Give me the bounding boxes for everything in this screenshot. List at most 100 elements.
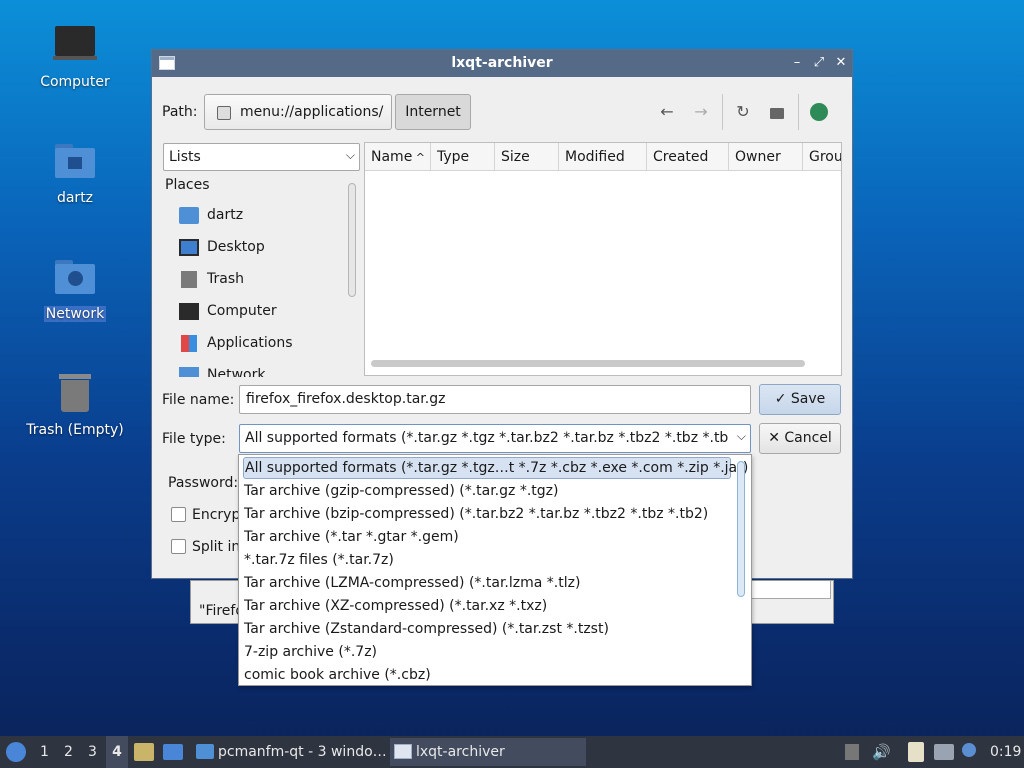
places-item-trash[interactable]: Trash bbox=[163, 263, 359, 295]
network-status-icon[interactable] bbox=[934, 744, 954, 760]
column-header-size[interactable]: Size bbox=[495, 143, 559, 171]
file-type-dropdown[interactable]: All supported formats (*.tar.gz *.tgz…t … bbox=[238, 454, 752, 686]
computer-icon bbox=[179, 303, 199, 320]
minimize-icon[interactable]: – bbox=[788, 54, 806, 72]
file-type-option[interactable]: Tar archive (bzip-compressed) (*.tar.bz2… bbox=[243, 503, 708, 525]
path-label: Path: bbox=[162, 104, 198, 120]
options-gear-icon[interactable] bbox=[807, 100, 831, 124]
places-item-label: Trash bbox=[207, 271, 244, 287]
taskbar-task-archiver[interactable]: lxqt-archiver bbox=[390, 738, 586, 766]
window-titlebar[interactable]: lxqt-archiver – ⤢ ✕ bbox=[152, 50, 852, 77]
file-type-option[interactable]: Tar archive (Zstandard-compressed) (*.ta… bbox=[243, 618, 609, 640]
file-type-option[interactable]: Tar archive (gzip-compressed) (*.tar.gz … bbox=[243, 480, 558, 502]
sort-ascending-icon: ^ bbox=[412, 151, 426, 164]
places-panel: Places dartz Desktop Trash Computer Appl… bbox=[163, 177, 359, 377]
desktop-icon-label: dartz bbox=[56, 190, 94, 206]
places-item-network[interactable]: Network bbox=[163, 359, 359, 377]
file-type-label: File type: bbox=[162, 431, 226, 447]
workspace-1[interactable]: 1 bbox=[40, 736, 49, 768]
toolbar-separator bbox=[798, 94, 799, 130]
file-type-option[interactable]: comic book archive (*.cbz) bbox=[243, 664, 431, 686]
maximize-icon[interactable]: ⤢ bbox=[810, 54, 828, 72]
home-folder-icon bbox=[179, 207, 199, 224]
start-menu-icon[interactable] bbox=[6, 742, 26, 762]
file-list[interactable]: Name ^ Type Size Modified Created Owner … bbox=[364, 142, 842, 376]
desktop-icon-computer[interactable]: Computer bbox=[20, 24, 130, 90]
places-item-label: Network bbox=[207, 367, 266, 377]
places-item-label: Desktop bbox=[207, 239, 265, 255]
cancel-icon: ✕ bbox=[768, 430, 780, 446]
file-type-option[interactable]: Tar archive (XZ-compressed) (*.tar.xz *.… bbox=[243, 595, 547, 617]
places-header: Places bbox=[165, 177, 210, 193]
password-label: Password: bbox=[168, 475, 239, 491]
file-name-label: File name: bbox=[162, 392, 235, 408]
file-type-option[interactable]: Tar archive (LZMA-compressed) (*.tar.lzm… bbox=[243, 572, 580, 594]
file-type-select[interactable]: All supported formats (*.tar.gz *.tgz *.… bbox=[239, 424, 751, 453]
applications-icon bbox=[181, 335, 197, 352]
file-type-option[interactable]: 7-zip archive (*.7z) bbox=[243, 641, 377, 663]
network-folder-icon bbox=[53, 256, 97, 300]
file-name-input[interactable]: firefox_firefox.desktop.tar.gz bbox=[239, 385, 751, 414]
taskbar: 1 2 3 4 pcmanfm-qt - 3 windo… lxqt-archi… bbox=[0, 736, 1024, 768]
show-desktop-icon[interactable] bbox=[163, 744, 183, 760]
new-folder-icon[interactable] bbox=[765, 100, 789, 124]
desktop-icon-label: Computer bbox=[40, 74, 110, 90]
forward-icon[interactable]: → bbox=[689, 100, 713, 124]
places-item-dartz[interactable]: dartz bbox=[163, 199, 359, 231]
desktop-icon-network[interactable]: Network bbox=[20, 256, 130, 322]
path-segment-internet[interactable]: Internet bbox=[395, 94, 471, 130]
file-list-hscrollbar[interactable] bbox=[371, 360, 805, 367]
places-item-label: Computer bbox=[207, 303, 277, 319]
split-checkbox[interactable] bbox=[171, 539, 186, 554]
places-item-computer[interactable]: Computer bbox=[163, 295, 359, 327]
clipboard-icon[interactable] bbox=[908, 742, 924, 762]
check-icon: ✓ bbox=[774, 391, 787, 407]
chevron-down-icon: ⌵ bbox=[345, 148, 355, 162]
back-icon[interactable]: ← bbox=[655, 100, 679, 124]
notification-icon[interactable] bbox=[962, 743, 976, 757]
places-item-label: dartz bbox=[207, 207, 244, 223]
file-manager-icon[interactable] bbox=[134, 743, 154, 761]
workspace-3[interactable]: 3 bbox=[88, 736, 97, 768]
dropdown-scrollbar[interactable] bbox=[737, 461, 745, 597]
path-value: menu://applications/ bbox=[240, 104, 384, 120]
volume-icon[interactable]: 🔊 bbox=[872, 736, 891, 768]
column-header-name[interactable]: Name ^ bbox=[365, 143, 431, 171]
desktop-icon-label: Network bbox=[43, 306, 107, 322]
column-header-group[interactable]: Grou bbox=[803, 143, 841, 171]
view-mode-value: Lists bbox=[169, 149, 201, 165]
taskbar-task-pcmanfm[interactable]: pcmanfm-qt - 3 windo… bbox=[192, 738, 388, 766]
save-button[interactable]: ✓ Save bbox=[759, 384, 841, 415]
close-icon[interactable]: ✕ bbox=[832, 54, 850, 72]
split-label: Split in bbox=[192, 539, 241, 555]
file-type-option[interactable]: All supported formats (*.tar.gz *.tgz…t … bbox=[243, 457, 748, 479]
places-scrollbar[interactable] bbox=[348, 183, 356, 297]
column-header-created[interactable]: Created bbox=[647, 143, 729, 171]
trash-icon bbox=[53, 372, 97, 416]
cancel-button[interactable]: ✕ Cancel bbox=[759, 423, 841, 454]
workspace-2[interactable]: 2 bbox=[64, 736, 73, 768]
reload-icon[interactable]: ↻ bbox=[731, 100, 755, 124]
chevron-down-icon: ⌵ bbox=[736, 429, 746, 443]
computer-icon bbox=[53, 24, 97, 68]
path-location-button[interactable]: menu://applications/ bbox=[204, 94, 392, 130]
desktop-icon-dartz[interactable]: dartz bbox=[20, 140, 130, 206]
places-item-desktop[interactable]: Desktop bbox=[163, 231, 359, 263]
file-type-option[interactable]: Tar archive (*.tar *.gtar *.gem) bbox=[243, 526, 459, 548]
toolbar-separator bbox=[722, 94, 723, 130]
places-item-applications[interactable]: Applications bbox=[163, 327, 359, 359]
column-header-type[interactable]: Type bbox=[431, 143, 495, 171]
desktop-icon bbox=[179, 239, 199, 256]
view-mode-select[interactable]: Lists ⌵ bbox=[163, 143, 360, 171]
folder-icon bbox=[196, 744, 214, 759]
file-type-option[interactable]: *.tar.7z files (*.tar.7z) bbox=[243, 549, 394, 571]
eject-icon[interactable] bbox=[845, 744, 859, 760]
encrypt-checkbox[interactable] bbox=[171, 507, 186, 522]
column-header-owner[interactable]: Owner bbox=[729, 143, 803, 171]
desktop-icon-label: Trash (Empty) bbox=[26, 422, 124, 438]
column-header-modified[interactable]: Modified bbox=[559, 143, 647, 171]
window-title: lxqt-archiver bbox=[451, 55, 553, 71]
desktop-icon-trash[interactable]: Trash (Empty) bbox=[20, 372, 130, 438]
clock[interactable]: 0:19 bbox=[990, 736, 1021, 768]
workspace-4[interactable]: 4 bbox=[106, 736, 128, 768]
